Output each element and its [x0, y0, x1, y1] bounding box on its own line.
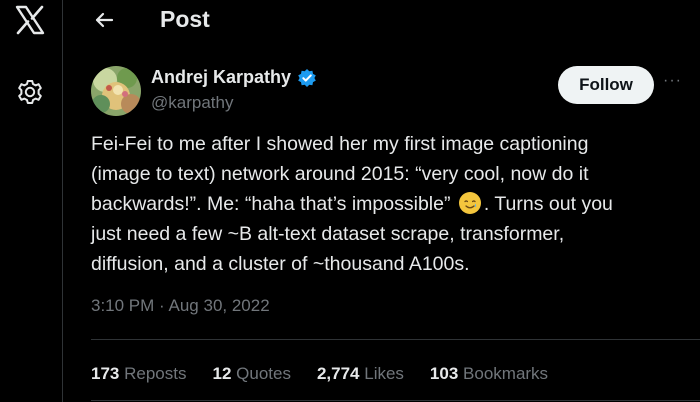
- arrow-left-icon[interactable]: [90, 6, 118, 34]
- reposts-count: 173: [91, 364, 120, 383]
- follow-button[interactable]: Follow: [558, 66, 654, 104]
- reposts-stat[interactable]: 173 Reposts: [91, 364, 186, 384]
- author-name[interactable]: Andrej Karpathy: [151, 67, 291, 88]
- gear-icon[interactable]: [16, 78, 44, 106]
- likes-stat[interactable]: 2,774 Likes: [317, 364, 404, 384]
- author-name-row: Andrej Karpathy: [151, 67, 317, 88]
- tweet-line-segment: . Turns out you: [483, 193, 613, 215]
- rail-divider: [62, 0, 63, 402]
- reposts-label: Reposts: [124, 364, 187, 383]
- avatar[interactable]: [91, 66, 141, 116]
- quotes-count: 12: [212, 364, 232, 383]
- tweet-timestamp: 3:10 PM · Aug 30, 2022: [91, 296, 270, 316]
- bookmarks-stat[interactable]: 103 Bookmarks: [430, 364, 548, 384]
- bookmarks-count: 103: [429, 364, 459, 383]
- quotes-stat[interactable]: 12 Quotes: [212, 364, 290, 384]
- author-handle[interactable]: @karpathy: [151, 93, 233, 113]
- left-nav-rail: [0, 0, 62, 402]
- quotes-label: Quotes: [236, 364, 291, 383]
- smiling-face-with-tear-emoji-icon: [458, 192, 481, 214]
- tweet-line: Fei-Fei to me after I showed her my firs…: [91, 133, 589, 155]
- timestamp-separator: ·: [159, 296, 165, 315]
- tweet-line: just need a few ~B alt-text dataset scra…: [91, 223, 565, 245]
- page-title: Post: [160, 6, 210, 32]
- tweet-line: backwards!”. Me: “haha that’s impossible…: [91, 189, 681, 219]
- more-options-icon[interactable]: ···: [663, 72, 682, 90]
- divider: [91, 400, 700, 401]
- engagement-stats: 173 Reposts 12 Quotes 2,774 Likes 103 Bo…: [91, 364, 574, 384]
- verified-badge-icon[interactable]: [297, 68, 317, 88]
- bookmarks-label: Bookmarks: [463, 364, 549, 383]
- likes-label: Likes: [364, 364, 404, 383]
- tweet-date[interactable]: Aug 30, 2022: [169, 296, 270, 315]
- tweet-line-segment: backwards!”. Me: “haha that’s impossible…: [91, 193, 451, 215]
- likes-count: 2,774: [316, 364, 360, 383]
- tweet-line: (image to text) network around 2015: “ve…: [91, 163, 589, 185]
- x-logo-icon[interactable]: [14, 4, 46, 36]
- tweet-line: diffusion, and a cluster of ~thousand A1…: [91, 253, 470, 275]
- tweet-text: Fei-Fei to me after I showed her my firs…: [91, 129, 681, 279]
- tweet-time[interactable]: 3:10 PM: [91, 296, 154, 315]
- divider: [91, 339, 700, 340]
